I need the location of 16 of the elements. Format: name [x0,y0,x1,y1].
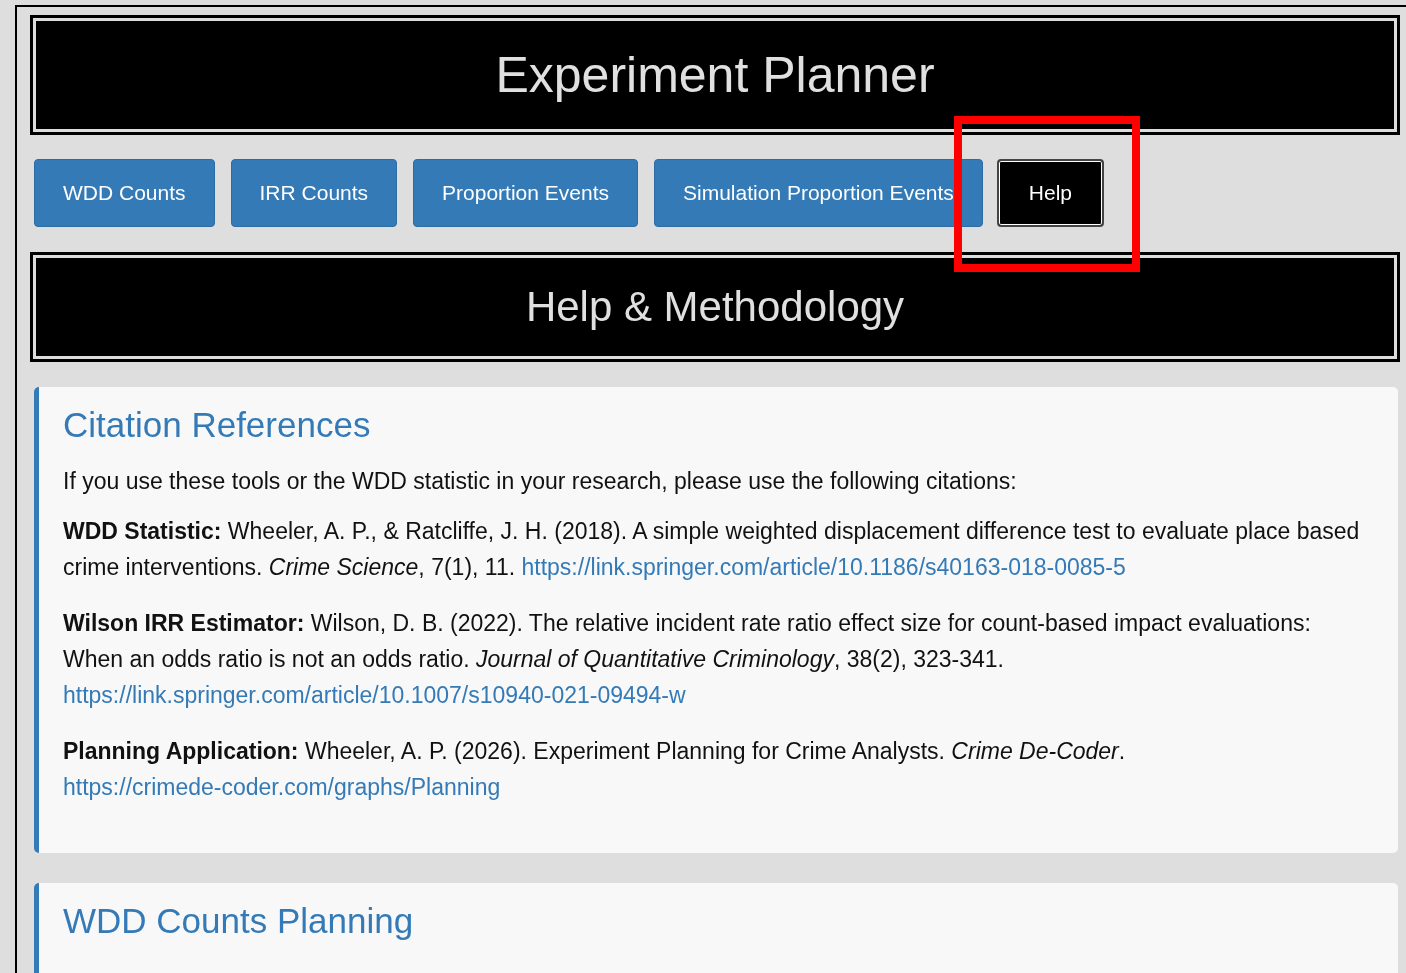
citation-link[interactable]: https://link.springer.com/article/10.1186/s40163-018-0085-5 [521,554,1126,580]
intro-text: If you use these tools or the WDD statistic in your research, please use the following citations: [63,467,1018,496]
card-heading: Citation References [63,405,371,444]
citation-link[interactable]: https://link.springer.com/article/10.1007/s10940-021-09494-w [63,682,686,708]
citation-text: WDD Statistic: Wheeler, A. P., & Ratcliffe, J. H. (2018). A simple weighted displacement difference test to evaluate place based crime interventions. Crime Science, 7(1), 11. https://link.springer.com/article/10.1186/s40163-018-0085-5 [63,517,1361,582]
app-title: Experiment Planner [30,15,1400,135]
nav-tab[interactable]: IRR Counts [230,159,398,227]
citation-link[interactable]: https://crimede-coder.com/graphs/Planning [63,774,501,800]
nav-tab[interactable]: Proportion Events [413,159,638,227]
section-title: Help & Methodology [30,252,1400,362]
nav-tab[interactable]: Simulation Proportion Events [654,159,983,227]
card-heading: WDD Counts Planning [63,901,414,940]
nav-tab[interactable]: WDD Counts [34,159,215,227]
citation-text: Wilson IRR Estimator: Wilson, D. B. (2022). The relative incident rate ratio effect size for count-based impact evaluations: When an odds ratio is not an odds ratio. Journal of Quantitative Criminology, 38(2), 323-341. https://link.springer.com/article/10.1007/s10940-021-09494-w [63,609,1312,710]
citation-text: Planning Application: Wheeler, A. P. (2026). Experiment Planning for Crime Analysts. Crime De-Coder. https://crimede-coder.com/graphs/Planning [63,737,1127,802]
nav-tab[interactable]: Help [996,159,1105,227]
